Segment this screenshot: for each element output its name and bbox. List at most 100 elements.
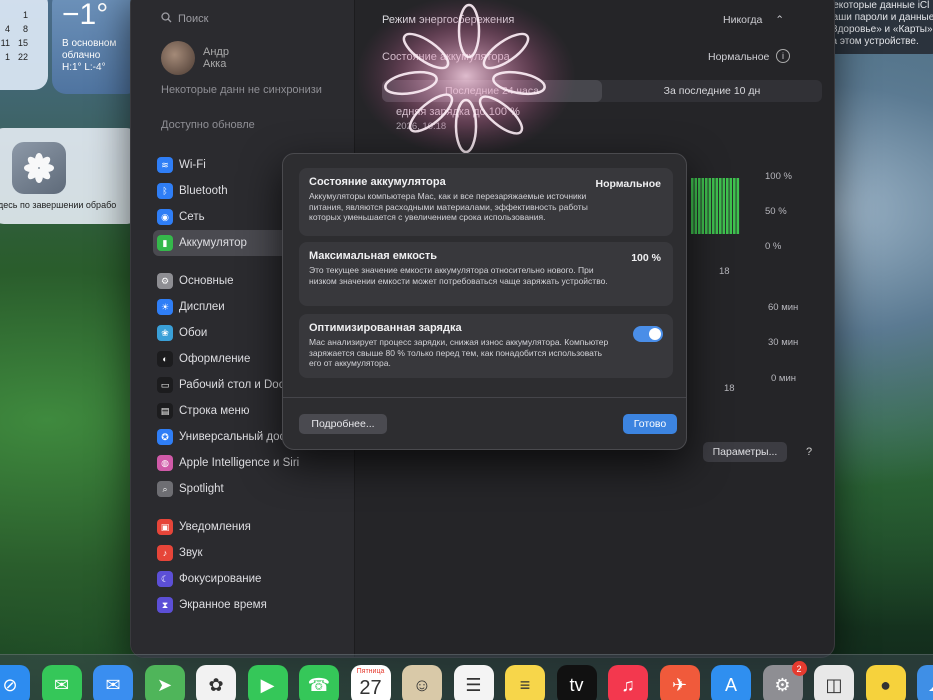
- gear-icon: ⚙: [157, 273, 173, 289]
- more-info-button[interactable]: Подробнее...: [299, 414, 387, 434]
- battery-level-bar: [705, 178, 708, 234]
- sidebar-item-label: Обои: [179, 327, 208, 339]
- chevron-updown-icon: ⌃: [775, 14, 785, 26]
- sidebar-item-siri[interactable]: ◍ Apple Intelligence и Siri: [153, 450, 349, 476]
- sidebar-item-label: Универсальный дос: [179, 431, 286, 443]
- calendar-row: 11 15: [0, 36, 42, 50]
- low-power-select[interactable]: Никогда ⌃: [723, 14, 784, 26]
- health-card: Состояние аккумулятора Нормальное Аккуму…: [299, 168, 673, 236]
- calendar-day: 15: [17, 38, 28, 48]
- sidebar-item-label: Звук: [179, 547, 203, 559]
- battery-level-bar: [698, 178, 701, 234]
- battery-level-bar: [701, 178, 705, 234]
- search-icon: [161, 12, 172, 26]
- info-icon[interactable]: i: [776, 49, 790, 63]
- sync-warning[interactable]: Некоторые данн не синхронизи: [161, 84, 341, 97]
- sidebar-item-label: Bluetooth: [179, 185, 228, 197]
- capacity-card: Максимальная емкость 100 % Это текущее з…: [299, 242, 673, 306]
- search-field[interactable]: Поиск: [161, 8, 341, 30]
- messages-icon[interactable]: ✉: [41, 665, 82, 700]
- tab-last-10d[interactable]: За последние 10 дн: [602, 80, 822, 102]
- capacity-value: 100 %: [631, 252, 661, 264]
- update-available[interactable]: Доступно обновле: [161, 119, 255, 131]
- tab-last-24h[interactable]: Последние 24 часа: [382, 80, 602, 102]
- health-value: Нормальное: [595, 178, 661, 190]
- tips-icon[interactable]: ●: [865, 665, 906, 700]
- launchpad-icon[interactable]: ✈: [659, 665, 700, 700]
- battery-level-bar: [694, 178, 698, 234]
- network-icon: ◉: [157, 209, 173, 225]
- weather-icon[interactable]: ☁: [917, 665, 933, 700]
- axis-label-60min: 60 мин: [768, 302, 799, 313]
- sidebar-item-label: Основные: [179, 275, 234, 287]
- done-button[interactable]: Готово: [623, 414, 677, 434]
- notes-icon[interactable]: ≡: [505, 665, 545, 700]
- avatar: [161, 41, 195, 75]
- sidebar-item-screentime[interactable]: ⧗ Экранное время: [153, 592, 349, 618]
- sidebar-item-label: Оформление: [179, 353, 251, 365]
- battery-level-bar: [691, 178, 694, 234]
- sidebar-item-label: Аккумулятор: [179, 237, 247, 249]
- phone-icon[interactable]: ☎: [299, 665, 339, 700]
- maps-icon[interactable]: ➤: [144, 665, 185, 700]
- accessibility-icon: ✪: [157, 429, 173, 445]
- range-segmented-control: Последние 24 часа За последние 10 дн: [382, 80, 822, 102]
- sidebar-item-label: Строка меню: [179, 405, 250, 417]
- sidebar-item-label: Wi-Fi: [179, 159, 206, 171]
- help-button[interactable]: ?: [799, 442, 819, 462]
- wifi-icon: ≋: [157, 157, 173, 173]
- calendar-day: 4: [4, 24, 10, 34]
- facetime-icon[interactable]: ▶: [247, 665, 288, 700]
- weather-widget[interactable]: −1° В основном облачно H:1° L:-4°: [52, 0, 140, 94]
- low-power-value: Никогда: [723, 14, 763, 26]
- safari-icon[interactable]: ⊘: [0, 665, 30, 700]
- optimized-charging-toggle[interactable]: [633, 326, 663, 342]
- preview-icon[interactable]: ◫: [814, 665, 854, 700]
- battery-state-label: Состояние аккумулятора: [382, 51, 510, 63]
- calendar-day: 1: [22, 10, 28, 20]
- apple-account[interactable]: Андр Акка: [161, 41, 229, 75]
- calendar-icon[interactable]: Пятница 27: [350, 665, 391, 700]
- photos-icon[interactable]: ✿: [196, 665, 236, 700]
- sidebar-item-focus[interactable]: ☾ Фокусирование: [153, 566, 349, 592]
- reminders-icon[interactable]: ☰: [453, 665, 494, 700]
- battery-health-sheet: Состояние аккумулятора Нормальное Аккуму…: [282, 153, 687, 450]
- battery-level-bar: [736, 178, 740, 234]
- calendar-widget[interactable]: 1 4 8 11 15 1 22: [0, 0, 48, 90]
- calendar-day: [0, 8, 10, 22]
- music-icon[interactable]: ♫: [608, 665, 648, 700]
- calendar-row: 48: [0, 22, 42, 36]
- capacity-title: Максимальная емкость: [309, 250, 438, 262]
- appletv-icon[interactable]: tv: [556, 665, 597, 700]
- sidebar-item-sound[interactable]: ♪ Звук: [153, 540, 349, 566]
- health-description: Аккумуляторы компьютера Mac, как и все п…: [309, 191, 588, 222]
- contacts-icon[interactable]: ☺: [402, 665, 442, 700]
- sidebar-item-notifications[interactable]: ▣ Уведомления: [153, 514, 349, 540]
- appstore-icon[interactable]: A: [711, 665, 751, 700]
- low-power-label: Режим энергосбережения: [382, 14, 515, 26]
- settings-icon[interactable]: ⚙ 2: [762, 661, 807, 700]
- calendar-weekday: Пятница: [356, 668, 385, 675]
- photos-widget-caption: десь по завершении обрабо: [0, 200, 117, 210]
- battery-level-bar: [722, 178, 726, 234]
- sidebar-item-spotlight[interactable]: ⌕ Spotlight: [153, 476, 349, 502]
- calendar-day-number: 27: [359, 677, 382, 699]
- optimized-title: Оптимизированная зарядка: [309, 322, 462, 334]
- optimized-charging-card: Оптимизированная зарядка Mac анализирует…: [299, 314, 673, 378]
- sidebar-item-label: Apple Intelligence и Siri: [179, 457, 300, 469]
- mail-icon[interactable]: ✉: [93, 665, 133, 700]
- menubar-icon: ▤: [157, 403, 173, 419]
- axis-label-50: 50 %: [765, 206, 787, 217]
- last-charge-date: 2026, 10:18: [396, 121, 447, 132]
- sidebar-item-label: Дисплеи: [179, 301, 225, 313]
- x-tick-18-bottom: 18: [724, 383, 735, 394]
- capacity-description: Это текущее значение емкости аккумулятор…: [309, 265, 608, 286]
- sidebar-item-label: Spotlight: [179, 483, 224, 495]
- siri-icon: ◍: [157, 455, 173, 471]
- photos-widget[interactable]: десь по завершении обрабо: [0, 128, 140, 224]
- options-button[interactable]: Параметры...: [703, 442, 787, 462]
- battery-level-chart: [689, 176, 741, 234]
- sheet-divider: [283, 397, 686, 398]
- calendar-grid: 1 4 8 11 15 1 22: [0, 8, 42, 64]
